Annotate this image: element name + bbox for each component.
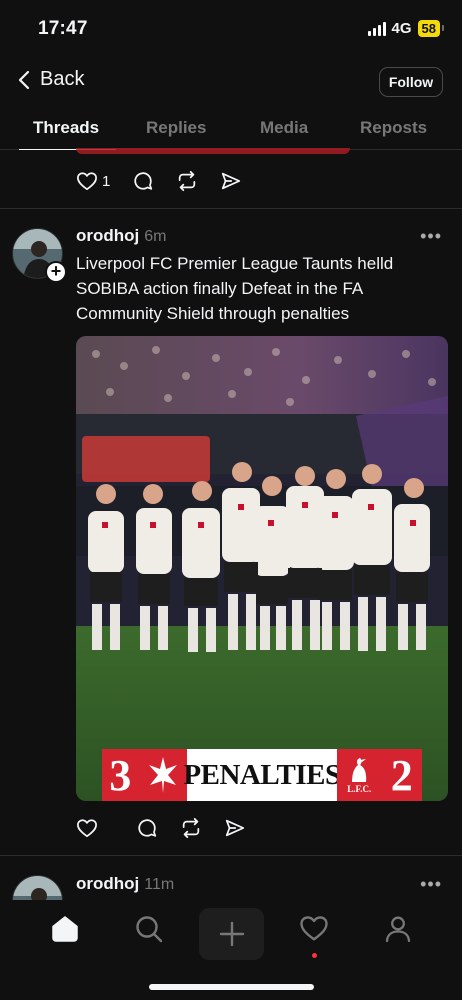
more-options-icon[interactable]: ••• bbox=[420, 226, 442, 247]
heart-icon bbox=[300, 916, 328, 941]
activity-button[interactable] bbox=[299, 914, 329, 947]
repost-button[interactable] bbox=[180, 817, 202, 839]
like-button[interactable] bbox=[76, 818, 98, 838]
chevron-left-icon bbox=[18, 70, 30, 89]
profile-tabs: Threads Replies Media Reposts bbox=[0, 112, 462, 150]
post-author[interactable]: orodhoj 6m bbox=[76, 226, 167, 246]
comment-icon bbox=[134, 172, 153, 190]
crystal-palace-crest-icon bbox=[148, 757, 177, 793]
repost-icon bbox=[182, 817, 200, 839]
home-score: 3 bbox=[102, 749, 187, 801]
penalties-label: PENALTIES bbox=[183, 749, 341, 801]
previous-post-media[interactable] bbox=[76, 148, 350, 154]
lfc-text: L.F.C. bbox=[347, 784, 372, 794]
home-icon bbox=[52, 916, 78, 942]
compose-button[interactable] bbox=[199, 908, 264, 960]
follow-plus-icon[interactable]: + bbox=[45, 261, 67, 283]
follow-button[interactable]: Follow bbox=[379, 67, 443, 97]
tab-reposts[interactable]: Reposts bbox=[360, 118, 427, 138]
share-button[interactable] bbox=[220, 170, 242, 192]
repost-icon bbox=[179, 170, 196, 192]
post-username[interactable]: orodhoj bbox=[76, 226, 139, 245]
post-timestamp: 6m bbox=[144, 228, 167, 245]
home-score-value: 3 bbox=[109, 750, 132, 800]
like-button[interactable]: 1 bbox=[76, 171, 110, 191]
post-username[interactable]: orodhoj bbox=[76, 874, 139, 893]
nav-bar: Back Follow bbox=[0, 62, 462, 104]
tab-media[interactable]: Media bbox=[260, 118, 308, 138]
post-divider bbox=[0, 855, 462, 856]
heart-icon bbox=[77, 172, 97, 191]
send-icon bbox=[222, 172, 241, 190]
notification-dot bbox=[312, 953, 317, 958]
post-text: Liverpool FC Premier League Taunts helld… bbox=[76, 254, 394, 323]
bottom-navigation bbox=[0, 900, 462, 1000]
post-divider bbox=[0, 208, 462, 209]
liverbird-icon bbox=[352, 758, 367, 782]
search-icon bbox=[136, 916, 163, 943]
like-count: 1 bbox=[102, 172, 111, 190]
profile-button[interactable] bbox=[383, 914, 413, 949]
repost-button[interactable] bbox=[176, 170, 198, 192]
battery-icon: 58 bbox=[417, 20, 445, 37]
reply-button[interactable] bbox=[132, 170, 154, 192]
football-photo bbox=[76, 336, 448, 801]
status-bar: 17:47 4G 58 bbox=[0, 0, 462, 58]
away-score: L.F.C. 2 bbox=[337, 749, 422, 801]
status-indicators: 4G 58 bbox=[367, 20, 445, 37]
share-button[interactable] bbox=[224, 817, 246, 839]
reply-button[interactable] bbox=[136, 817, 158, 839]
home-indicator bbox=[149, 984, 314, 990]
more-options-icon[interactable]: ••• bbox=[420, 874, 442, 895]
compose-icon bbox=[219, 921, 244, 947]
score-banner: 3 PENALTIES L.F.C. 2 bbox=[102, 749, 422, 801]
post-actions bbox=[76, 817, 268, 839]
network-type: 4G bbox=[391, 20, 412, 37]
search-button[interactable] bbox=[134, 914, 164, 949]
status-time: 17:47 bbox=[38, 18, 88, 39]
back-button[interactable]: Back bbox=[18, 68, 84, 91]
signal-icon bbox=[367, 21, 386, 36]
home-button[interactable] bbox=[50, 914, 80, 949]
away-score-value: 2 bbox=[390, 750, 413, 800]
previous-post-actions: 1 bbox=[76, 170, 264, 192]
post-image[interactable]: 3 PENALTIES L.F.C. 2 bbox=[76, 336, 448, 801]
tab-replies[interactable]: Replies bbox=[146, 118, 206, 138]
send-icon bbox=[225, 819, 245, 837]
heart-icon bbox=[77, 819, 97, 838]
back-label: Back bbox=[40, 68, 85, 90]
profile-icon bbox=[385, 916, 411, 943]
post-timestamp: 11m bbox=[144, 876, 175, 893]
post-author[interactable]: orodhoj 11m bbox=[76, 874, 174, 894]
tab-threads[interactable]: Threads bbox=[33, 118, 99, 138]
comment-icon bbox=[138, 819, 157, 837]
liverpool-crest: L.F.C. bbox=[346, 756, 372, 794]
